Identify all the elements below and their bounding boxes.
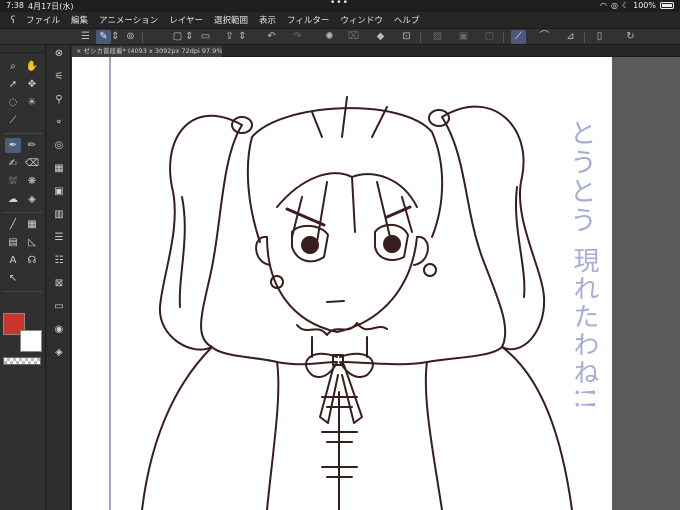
hand-icon[interactable]: ✋	[24, 59, 40, 74]
line-art-drawing	[141, 96, 573, 510]
command-bar: ☰ ✎ ⇕ ⊚ ▢ ⇕ ▭ ⇪ ⇕ ↶ ↷ ✺ ⌧ ◆ ⊡ ▨ ▣ ▢ ⟋ ⌒ …	[0, 28, 680, 45]
tool-panel: ⌕ ✋ ➚ ✥ ◌ ✳ ⟋ ✒ ✏ ✍ ⌫ ⛆ ❋ ☁ ◈ ╱ ▦ ▤ ◺ A …	[0, 45, 46, 510]
menu-view[interactable]: 表示	[259, 14, 276, 26]
moon-icon: ☾	[621, 1, 630, 10]
search-layer-icon[interactable]: ▭	[51, 299, 67, 314]
menu-window[interactable]: ウィンドウ	[340, 14, 383, 26]
workspace: とうとう 現れたわね!!	[72, 57, 680, 510]
color-wheel-icon[interactable]: ◎	[51, 138, 67, 153]
menu-bar: ʕ ファイル 編集 アニメーション レイヤー 選択範囲 表示 フィルター ウィン…	[0, 12, 680, 28]
menu-help[interactable]: ヘルプ	[394, 14, 420, 26]
magic-wand-icon[interactable]: ✳	[24, 95, 40, 110]
document-tab[interactable]: × ゼシカ普段着* (4093 x 3092px 72dpi 97.9%)	[72, 46, 222, 57]
correct-line-icon[interactable]: ↖	[5, 271, 21, 286]
battery-percent: 100%	[633, 1, 656, 10]
tool-property-icon[interactable]: ⚟	[51, 69, 67, 84]
location-icon: ◎	[610, 1, 618, 10]
wifi-icon: ◠	[599, 1, 607, 10]
approximate-color-icon[interactable]: ▥	[51, 207, 67, 222]
decoration-icon[interactable]: ❋	[24, 174, 40, 189]
status-right: ◠ ◎ ☾ 100%	[600, 1, 674, 10]
clear-icon[interactable]: ⌧	[346, 30, 361, 44]
status-date: 4月17日(水)	[28, 2, 74, 11]
close-tab-icon[interactable]: ×	[76, 47, 81, 55]
multitask-dots-icon[interactable]: •••	[330, 0, 349, 8]
figure-icon[interactable]: ╱	[5, 217, 21, 232]
sub-tool-icon[interactable]: ⊗	[51, 46, 67, 61]
move-layer-icon[interactable]: ✥	[24, 77, 40, 92]
sub-color-swatch[interactable]	[20, 330, 42, 352]
menu-animation[interactable]: アニメーション	[99, 14, 158, 26]
operation-icon[interactable]: ➚	[5, 77, 21, 92]
loading-spinner-icon[interactable]: ✺	[322, 30, 337, 44]
invert-selection-icon[interactable]: ▣	[456, 30, 471, 44]
menu-selection[interactable]: 選択範囲	[214, 14, 248, 26]
pen-icon[interactable]: ✒	[5, 138, 21, 153]
brush-shape-icon[interactable]: ⚬	[51, 115, 67, 130]
tool-panel-header	[0, 45, 45, 53]
handwritten-text-left: 現れたわね!!	[569, 247, 599, 412]
open-folder-icon[interactable]: ▭	[198, 30, 213, 44]
canvas[interactable]: とうとう 現れたわね!!	[72, 57, 612, 510]
transform-icon[interactable]: ⊡	[399, 30, 414, 44]
menu-filter[interactable]: フィルター	[287, 14, 329, 26]
undo-icon[interactable]: ↶	[264, 30, 279, 44]
special-ruler-snap-icon[interactable]: ⌒	[537, 30, 552, 44]
intermediate-color-icon[interactable]: ▣	[51, 184, 67, 199]
color-set-icon[interactable]: ▦	[51, 161, 67, 176]
app-logo-icon[interactable]: ʕ	[0, 15, 26, 26]
edit-mode-icon[interactable]: ✎	[96, 30, 111, 44]
save-icon[interactable]: ⇪	[222, 30, 237, 44]
menu-layer[interactable]: レイヤー	[169, 14, 203, 26]
navigator-icon[interactable]: ⊠	[51, 276, 67, 291]
layer-property-icon[interactable]: ☷	[51, 253, 67, 268]
chevron-updown-icon[interactable]: ⇕	[238, 30, 247, 44]
brush-icon[interactable]: ✍	[5, 156, 21, 171]
new-file-icon[interactable]: ▢	[170, 30, 185, 44]
zoom-icon[interactable]: ⌕	[5, 59, 21, 74]
eraser-icon[interactable]: ⌫	[24, 156, 40, 171]
pencil-icon[interactable]: ✏	[24, 138, 40, 153]
text-icon[interactable]: A	[5, 253, 21, 268]
gradient-icon[interactable]: ▦	[24, 217, 40, 232]
color-history-icon[interactable]: ☰	[51, 230, 67, 245]
palette-bar: ⊗ ⚟ ⚲ ⚬ ◎ ▦ ▣ ▥ ☰ ☷ ⊠ ▭ ◉ ◈	[47, 45, 71, 510]
handwritten-text-right: とうとう	[565, 119, 596, 235]
fill-bucket-icon[interactable]: ◈	[24, 192, 40, 207]
blend-icon[interactable]: ☁	[5, 192, 21, 207]
frame-border-icon[interactable]: ▤	[5, 235, 21, 250]
transparent-color-swatch[interactable]	[3, 357, 41, 365]
eyedropper-icon[interactable]: ⟋	[5, 113, 21, 128]
lasso-icon[interactable]: ◌	[5, 95, 21, 110]
material-icon[interactable]: ◉	[51, 322, 67, 337]
grid-snap-icon[interactable]: ⊿	[563, 30, 578, 44]
battery-icon	[660, 2, 674, 9]
ios-status-bar: 7:38 4月17日(水) ••• ◠ ◎ ☾ 100%	[0, 0, 680, 12]
menu-edit[interactable]: 編集	[71, 14, 88, 26]
smart-assist-icon[interactable]: ↻	[623, 30, 638, 44]
deselect-icon[interactable]: ▨	[430, 30, 445, 44]
airbrush-icon[interactable]: ⛆	[5, 174, 21, 189]
fill-icon[interactable]: ◆	[373, 30, 388, 44]
redo-icon[interactable]: ↷	[290, 30, 305, 44]
document-tab-bar: × ゼシカ普段着* (4093 x 3092px 72dpi 97.9%)	[72, 46, 680, 57]
brush-size-icon[interactable]: ⚲	[51, 92, 67, 107]
chevron-updown-icon[interactable]: ⇕	[111, 30, 120, 44]
balloon-icon[interactable]: ☊	[24, 253, 40, 268]
ruler-icon[interactable]: ◺	[24, 235, 40, 250]
layer-icon[interactable]: ◈	[51, 345, 67, 360]
ruler-snap-icon[interactable]: ⟋	[511, 30, 526, 44]
companion-icon[interactable]: ⊚	[123, 30, 138, 44]
status-time: 7:38	[6, 1, 24, 10]
selection-border-icon[interactable]: ▢	[482, 30, 497, 44]
document-tab-title: ゼシカ普段着* (4093 x 3092px 72dpi 97.9%)	[83, 47, 222, 55]
hamburger-icon[interactable]: ☰	[78, 30, 93, 44]
menu-file[interactable]: ファイル	[26, 14, 60, 26]
device-icon[interactable]: ▯	[592, 30, 607, 44]
chevron-updown-icon[interactable]: ⇕	[185, 30, 194, 44]
